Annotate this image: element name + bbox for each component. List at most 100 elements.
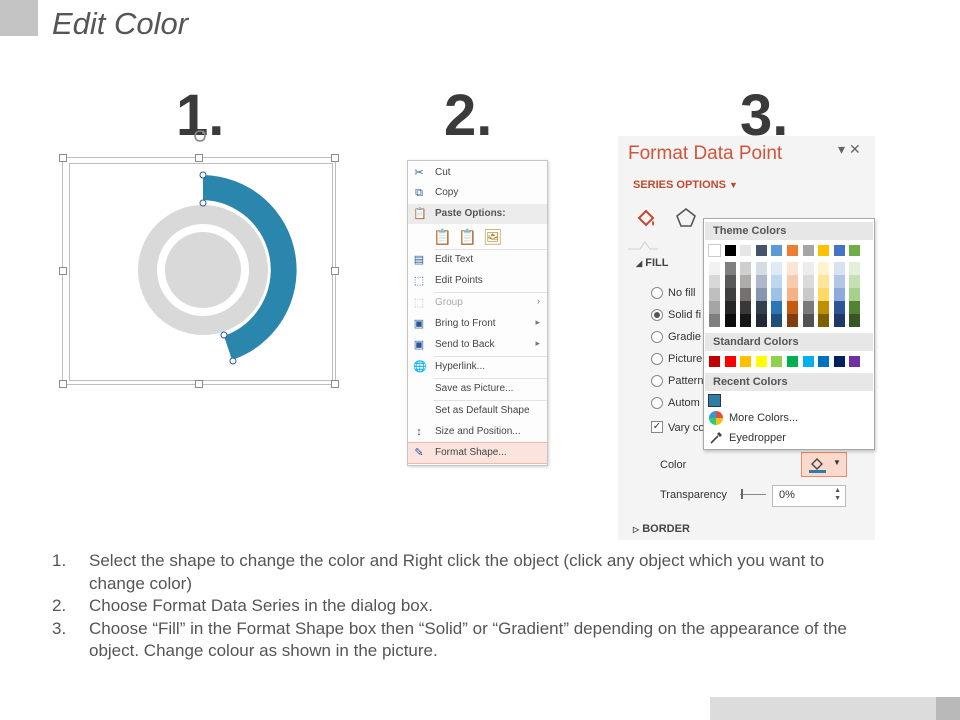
series-options-dropdown[interactable]: SERIES OPTIONS ▼ bbox=[633, 179, 738, 191]
fill-section-header[interactable]: ◢ FILL bbox=[636, 257, 668, 269]
theme-shade-swatch[interactable] bbox=[755, 288, 767, 301]
theme-shade-swatch[interactable] bbox=[771, 262, 783, 275]
theme-color-swatch[interactable] bbox=[771, 245, 783, 256]
standard-color-swatch[interactable] bbox=[724, 356, 736, 367]
menu-item-edit-points[interactable]: ⬚ Edit Points bbox=[408, 271, 547, 291]
point-handle[interactable] bbox=[199, 171, 207, 179]
menu-item-edit-text[interactable]: ▤ Edit Text bbox=[408, 250, 547, 270]
menu-item-size-and-position[interactable]: ↕ Size and Position... bbox=[408, 422, 547, 442]
effects-tab-icon[interactable] bbox=[674, 206, 698, 230]
theme-shade-swatch[interactable] bbox=[709, 288, 720, 301]
theme-color-swatch[interactable] bbox=[755, 245, 767, 256]
theme-color-swatch[interactable] bbox=[802, 245, 814, 256]
menu-item-bring-to-front[interactable]: ▣ Bring to Front ▸ bbox=[408, 314, 547, 334]
resize-handle[interactable] bbox=[331, 154, 339, 162]
eyedropper-item[interactable]: Eyedropper bbox=[705, 429, 873, 448]
radio-no-fill[interactable] bbox=[651, 287, 663, 299]
resize-handle[interactable] bbox=[331, 267, 339, 275]
menu-item-format-shape[interactable]: ✎ Format Shape... bbox=[408, 442, 547, 464]
fill-line-tab-icon[interactable] bbox=[634, 206, 658, 230]
theme-color-swatch[interactable] bbox=[818, 245, 830, 256]
theme-shade-swatch[interactable] bbox=[755, 301, 767, 314]
theme-shade-swatch[interactable] bbox=[740, 301, 752, 314]
theme-shade-swatch[interactable] bbox=[833, 301, 845, 314]
theme-shade-swatch[interactable] bbox=[755, 262, 767, 275]
theme-shade-swatch[interactable] bbox=[833, 314, 845, 327]
resize-handle[interactable] bbox=[59, 380, 67, 388]
point-handle[interactable] bbox=[229, 357, 237, 365]
transparency-input[interactable]: 0% ▲ ▼ bbox=[772, 485, 846, 507]
theme-shade-swatch[interactable] bbox=[724, 262, 736, 275]
theme-shade-swatch[interactable] bbox=[787, 301, 798, 314]
radio-gradient-fill[interactable] bbox=[651, 331, 663, 343]
theme-color-swatch[interactable] bbox=[849, 245, 861, 256]
theme-shade-swatch[interactable] bbox=[787, 275, 798, 288]
slider-thumb[interactable] bbox=[741, 489, 743, 499]
theme-shade-swatch[interactable] bbox=[740, 314, 752, 327]
theme-color-swatch[interactable] bbox=[740, 245, 752, 256]
standard-color-swatch[interactable] bbox=[833, 356, 845, 367]
paste-keep-formatting-icon[interactable]: 📋 bbox=[433, 228, 452, 247]
point-handle[interactable] bbox=[220, 331, 228, 339]
theme-color-swatch[interactable] bbox=[724, 245, 736, 256]
theme-shade-swatch[interactable] bbox=[709, 301, 720, 314]
theme-color-swatch[interactable] bbox=[833, 245, 845, 256]
vary-colors-checkbox[interactable]: ✓ bbox=[651, 421, 663, 433]
theme-shade-swatch[interactable] bbox=[849, 275, 861, 288]
paste-picture-icon[interactable]: 🖼 bbox=[483, 228, 502, 247]
menu-item-hyperlink[interactable]: 🌐 Hyperlink... bbox=[408, 357, 547, 377]
theme-shade-swatch[interactable] bbox=[849, 314, 861, 327]
point-handle[interactable] bbox=[199, 199, 207, 207]
theme-shade-swatch[interactable] bbox=[709, 275, 720, 288]
theme-shade-swatch[interactable] bbox=[849, 288, 861, 301]
theme-shade-swatch[interactable] bbox=[818, 301, 830, 314]
theme-shade-swatch[interactable] bbox=[709, 314, 720, 327]
theme-shade-swatch[interactable] bbox=[818, 262, 830, 275]
theme-shade-swatch[interactable] bbox=[724, 314, 736, 327]
more-colors-item[interactable]: More Colors... bbox=[705, 409, 873, 428]
rotate-handle-icon[interactable] bbox=[192, 128, 208, 144]
theme-shade-swatch[interactable] bbox=[802, 275, 814, 288]
theme-shade-swatch[interactable] bbox=[709, 262, 720, 275]
theme-shade-swatch[interactable] bbox=[771, 275, 783, 288]
theme-shade-swatch[interactable] bbox=[740, 275, 752, 288]
menu-item-send-to-back[interactable]: ▣ Send to Back ▸ bbox=[408, 335, 547, 355]
radio-solid-fill[interactable] bbox=[651, 309, 663, 321]
resize-handle[interactable] bbox=[59, 154, 67, 162]
standard-color-swatch[interactable] bbox=[849, 356, 861, 367]
theme-shade-swatch[interactable] bbox=[771, 288, 783, 301]
standard-color-swatch[interactable] bbox=[771, 356, 783, 367]
theme-shade-swatch[interactable] bbox=[755, 314, 767, 327]
theme-shade-swatch[interactable] bbox=[740, 262, 752, 275]
theme-shade-swatch[interactable] bbox=[771, 314, 783, 327]
theme-shade-swatch[interactable] bbox=[755, 275, 767, 288]
theme-shade-swatch[interactable] bbox=[724, 301, 736, 314]
theme-shade-swatch[interactable] bbox=[833, 275, 845, 288]
close-icon[interactable]: ✕ bbox=[849, 141, 865, 157]
radio-automatic-fill[interactable] bbox=[651, 397, 663, 409]
standard-color-swatch[interactable] bbox=[709, 356, 720, 367]
theme-shade-swatch[interactable] bbox=[787, 288, 798, 301]
menu-item-cut[interactable]: ✂ Cut bbox=[408, 163, 547, 183]
standard-color-swatch[interactable] bbox=[787, 356, 798, 367]
theme-shade-swatch[interactable] bbox=[802, 301, 814, 314]
fill-color-button[interactable]: ▼ bbox=[801, 452, 847, 477]
theme-shade-swatch[interactable] bbox=[818, 288, 830, 301]
menu-item-set-default-shape[interactable]: Set as Default Shape bbox=[408, 401, 547, 421]
theme-shade-swatch[interactable] bbox=[740, 288, 752, 301]
theme-shade-swatch[interactable] bbox=[818, 314, 830, 327]
radio-pattern-fill[interactable] bbox=[651, 375, 663, 387]
menu-item-copy[interactable]: ⧉ Copy bbox=[408, 183, 547, 203]
recent-color-swatch[interactable] bbox=[708, 394, 721, 407]
theme-shade-swatch[interactable] bbox=[833, 262, 845, 275]
theme-shade-swatch[interactable] bbox=[833, 288, 845, 301]
standard-color-swatch[interactable] bbox=[818, 356, 830, 367]
pane-options-icon[interactable]: ▾ bbox=[838, 141, 849, 157]
menu-item-group[interactable]: ⬚ Group › bbox=[408, 293, 547, 313]
theme-color-swatch[interactable] bbox=[787, 245, 798, 256]
theme-shade-swatch[interactable] bbox=[802, 288, 814, 301]
radio-picture-fill[interactable] bbox=[651, 353, 663, 365]
theme-shade-swatch[interactable] bbox=[787, 314, 798, 327]
transparency-slider[interactable] bbox=[740, 494, 766, 495]
paste-destination-theme-icon[interactable]: 📋 bbox=[458, 228, 477, 247]
